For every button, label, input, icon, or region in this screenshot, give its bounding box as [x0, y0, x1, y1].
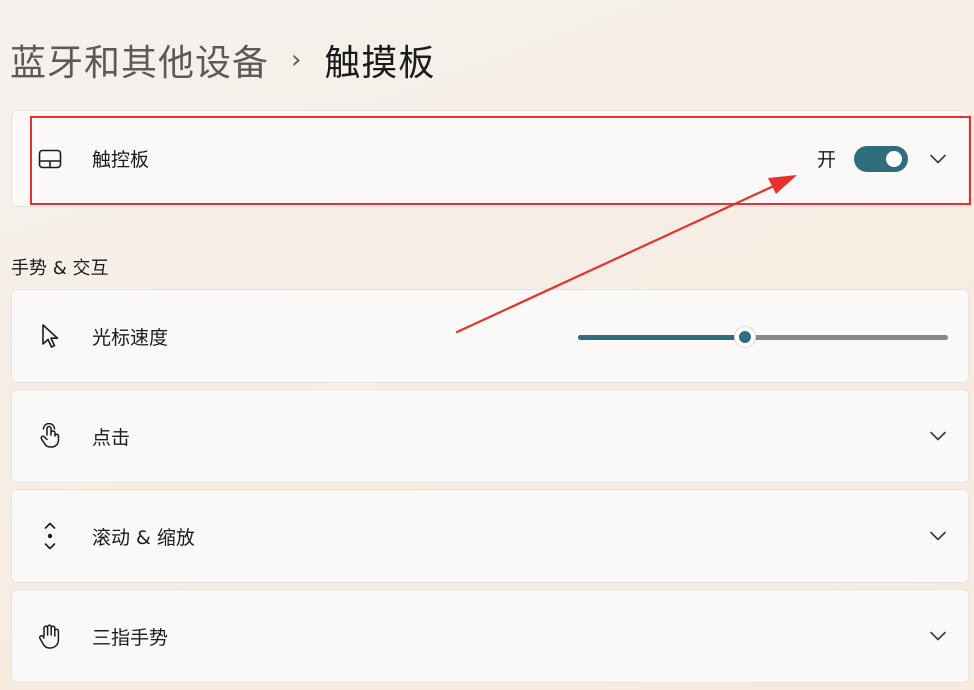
chevron-down-icon[interactable] — [928, 526, 948, 546]
toggle-knob — [886, 150, 902, 167]
breadcrumb: 蓝牙和其他设备 › 触摸板 — [10, 34, 435, 86]
hand-icon — [36, 622, 64, 650]
scroll-icon — [36, 522, 64, 550]
page-title: 触摸板 — [324, 43, 436, 84]
cursor-speed-card: 光标速度 — [11, 289, 969, 383]
scroll-zoom-card[interactable]: 滚动 & 缩放 — [11, 489, 969, 583]
chevron-down-icon[interactable] — [928, 626, 948, 646]
cursor-speed-label: 光标速度 — [92, 326, 169, 349]
cursor-icon — [36, 322, 64, 350]
touchpad-card[interactable]: 触控板 开 — [11, 110, 969, 207]
three-finger-label: 三指手势 — [92, 626, 169, 649]
touchpad-toggle[interactable] — [854, 145, 908, 172]
scroll-zoom-label: 滚动 & 缩放 — [92, 526, 195, 549]
breadcrumb-separator: › — [291, 45, 303, 75]
section-title: 手势 & 交互 — [11, 258, 109, 279]
breadcrumb-parent[interactable]: 蓝牙和其他设备 — [10, 34, 269, 86]
tap-card[interactable]: 点击 — [11, 389, 969, 483]
slider-fill — [578, 335, 745, 340]
cursor-speed-slider[interactable] — [578, 326, 948, 348]
touchpad-icon — [36, 145, 64, 173]
slider-thumb-dot — [738, 331, 751, 343]
chevron-down-icon[interactable] — [928, 149, 948, 169]
tap-label: 点击 — [92, 426, 131, 449]
toggle-state-text: 开 — [816, 149, 836, 171]
touchpad-label: 触控板 — [92, 149, 150, 171]
slider-thumb[interactable] — [733, 326, 756, 348]
tap-icon — [36, 422, 64, 450]
chevron-down-icon[interactable] — [928, 426, 948, 446]
three-finger-card[interactable]: 三指手势 — [11, 589, 969, 683]
